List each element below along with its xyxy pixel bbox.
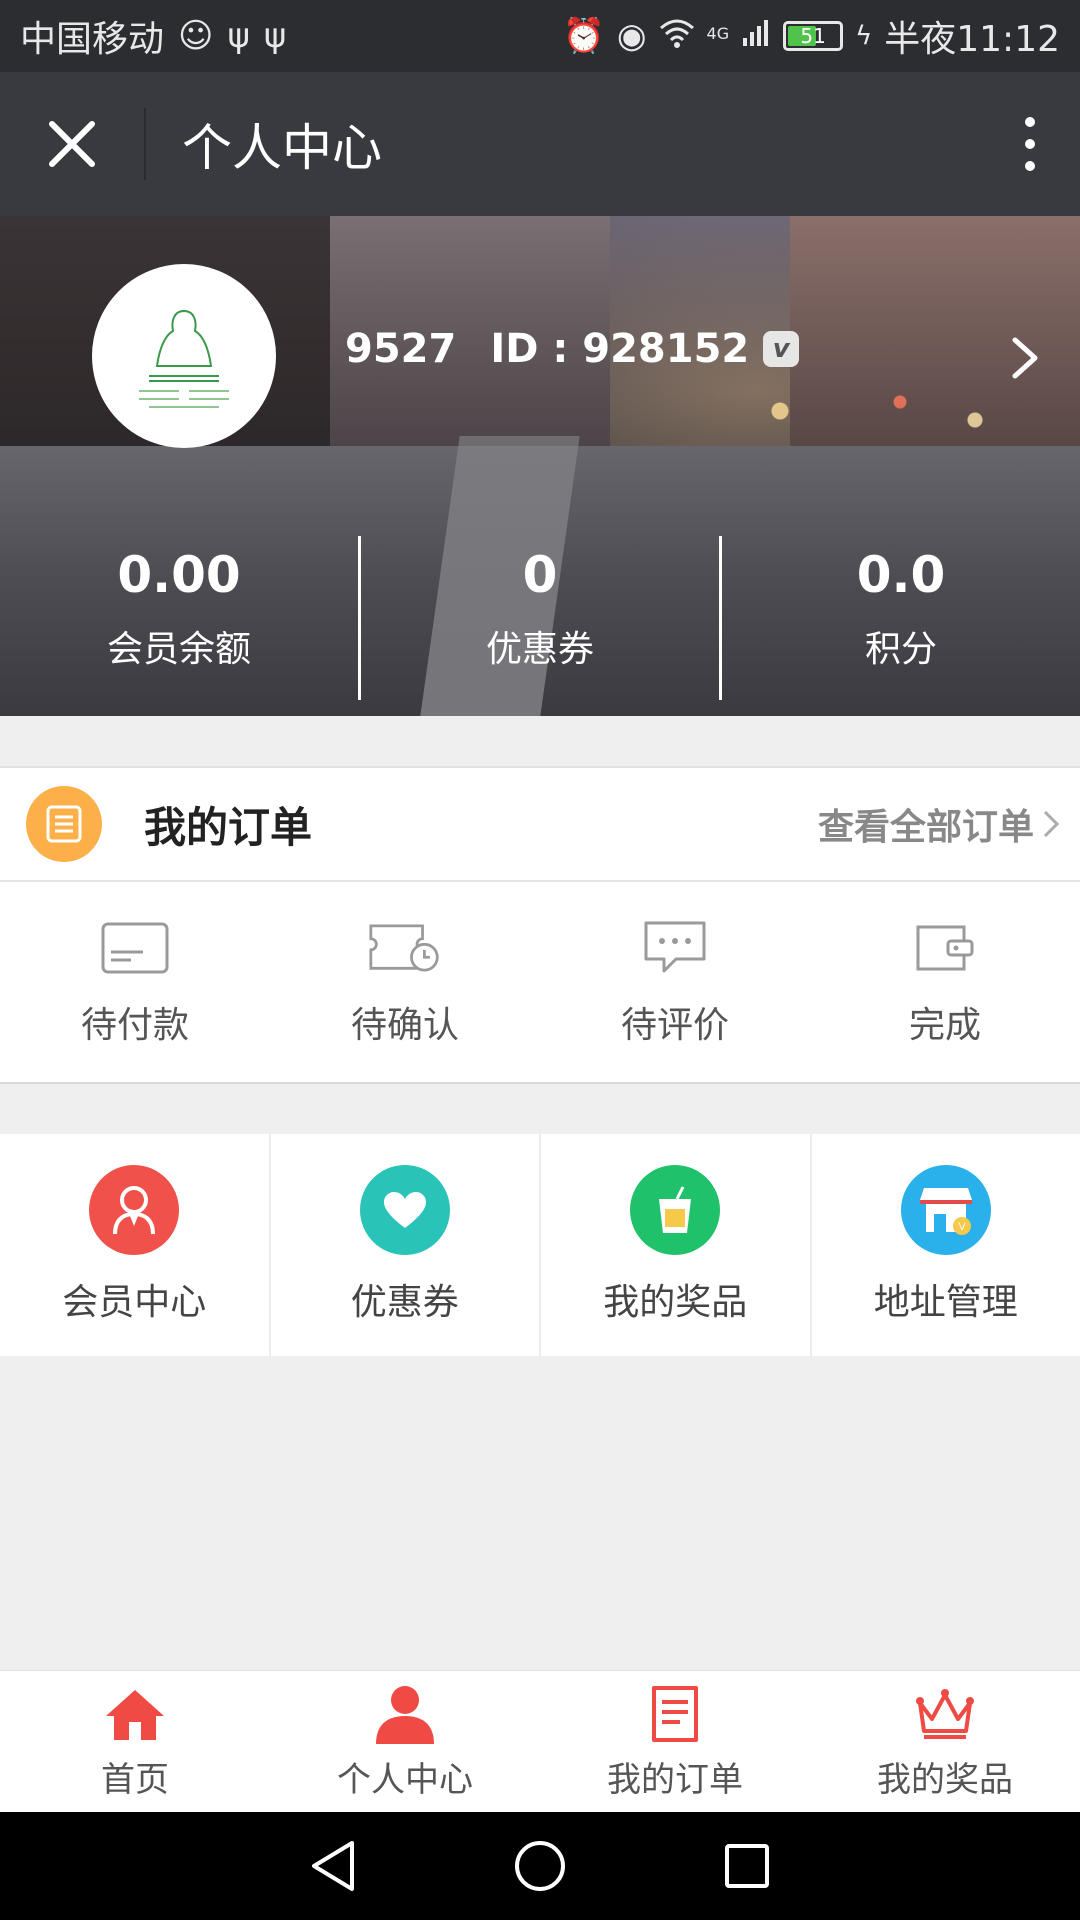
- stat-value: 0.0: [856, 546, 946, 604]
- stat-label: 积分: [864, 629, 937, 670]
- tab-personal-center[interactable]: 个人中心: [270, 1671, 540, 1812]
- usb-icon-2: ψ: [263, 16, 287, 56]
- ticket-clock-icon: [369, 918, 441, 978]
- user-id: ID : 928152: [490, 326, 750, 372]
- stat-points[interactable]: 0.0 积分: [722, 516, 1080, 706]
- stat-label: 优惠券: [485, 629, 594, 670]
- order-status-pending-payment[interactable]: 待付款: [0, 882, 270, 1084]
- orders-header[interactable]: 我的订单 查看全部订单: [0, 768, 1080, 882]
- tab-label: 我的奖品: [877, 1760, 1013, 1800]
- cup-icon: [630, 1165, 721, 1255]
- banner-lights: [720, 366, 1020, 456]
- page-title: 个人中心: [182, 119, 382, 177]
- clock-text: 半夜11:12: [884, 19, 1060, 60]
- orders-section: 我的订单 查看全部订单 待付款 待确认 待评价 完成: [0, 766, 1080, 1084]
- orders-title: 我的订单: [144, 802, 313, 852]
- feature-label: 会员中心: [62, 1282, 207, 1323]
- recents-button[interactable]: [717, 1836, 777, 1896]
- title-bar: 个人中心: [0, 72, 1080, 216]
- wifi-icon: [659, 18, 695, 54]
- orders-list-icon: [26, 786, 102, 862]
- stat-value: 0.00: [117, 546, 241, 604]
- order-status-label: 待付款: [80, 1005, 189, 1046]
- vip-badge: v: [763, 331, 800, 367]
- home-icon: [100, 1682, 170, 1746]
- system-nav-bar: [0, 1812, 1080, 1920]
- order-status-label: 完成: [908, 1005, 981, 1046]
- bottom-tab-bar: 首页 个人中心 我的订单 我的奖品: [0, 1670, 1080, 1812]
- stat-balance[interactable]: 0.00 会员余额: [0, 516, 358, 706]
- feature-label: 优惠券: [350, 1282, 459, 1323]
- svg-text:V: V: [958, 1221, 966, 1233]
- chevron-right-icon: [1043, 810, 1060, 838]
- tab-home[interactable]: 首页: [0, 1671, 270, 1812]
- store-icon: V: [900, 1165, 991, 1255]
- home-nav-button[interactable]: [510, 1836, 570, 1896]
- wallet-icon: [909, 918, 981, 978]
- battery-icon: 51: [783, 21, 844, 51]
- order-status-pending-review[interactable]: 待评价: [540, 882, 810, 1084]
- charging-icon: ϟ: [855, 21, 873, 51]
- order-icon: [640, 1682, 710, 1746]
- title-divider: [144, 108, 146, 180]
- profile-arrow-button[interactable]: [1000, 328, 1050, 388]
- back-triangle-icon: [312, 1841, 355, 1891]
- order-status-label: 待评价: [620, 1005, 729, 1046]
- avatar[interactable]: [92, 264, 276, 448]
- profile-banner: 9527 ID : 928152 v 0.00 会员余额 0 优惠券 0.0 积…: [0, 216, 1080, 716]
- view-all-orders-label: 查看全部订单: [817, 807, 1034, 848]
- feature-coupons[interactable]: 优惠券: [271, 1134, 541, 1356]
- member-icon: [89, 1165, 180, 1255]
- status-bar: 中国移动 ☺ ψ ψ ⏰ ◉ 4G 51 ϟ 半夜11:12: [0, 0, 1080, 72]
- stat-value: 0: [522, 546, 558, 604]
- card-icon: [99, 918, 171, 978]
- avatar-image: [119, 291, 249, 421]
- more-vertical-icon: [1025, 117, 1035, 171]
- view-all-orders-link[interactable]: 查看全部订单: [818, 798, 1060, 850]
- user-name: 9527: [345, 326, 457, 372]
- feature-address-management[interactable]: V 地址管理: [812, 1134, 1080, 1356]
- tab-label: 首页: [101, 1760, 169, 1800]
- network-type: 4G: [706, 24, 730, 43]
- chevron-right-icon: [1012, 337, 1038, 379]
- chat-bubble-icon: [639, 918, 711, 978]
- feature-member-center[interactable]: 会员中心: [0, 1134, 271, 1356]
- carrier-text: 中国移动: [20, 19, 165, 60]
- features-grid: 会员中心 优惠券 我的奖品 V 地址管理: [0, 1134, 1080, 1356]
- recents-square-icon: [724, 1844, 769, 1888]
- close-icon: [49, 121, 95, 167]
- heart-icon: [359, 1165, 450, 1255]
- home-circle-icon: [514, 1841, 565, 1891]
- person-icon: [370, 1682, 440, 1746]
- order-status-label: 待确认: [350, 1005, 459, 1046]
- face-icon: ☺: [178, 16, 214, 56]
- feature-my-prizes[interactable]: 我的奖品: [541, 1134, 812, 1356]
- tab-label: 我的订单: [607, 1760, 743, 1800]
- stat-label: 会员余额: [106, 629, 251, 670]
- tab-label: 个人中心: [337, 1760, 473, 1800]
- feature-label: 地址管理: [873, 1282, 1018, 1323]
- order-status-completed[interactable]: 完成: [810, 882, 1080, 1084]
- more-button[interactable]: [980, 72, 1080, 216]
- tab-my-prizes[interactable]: 我的奖品: [810, 1671, 1080, 1812]
- stats-row: 0.00 会员余额 0 优惠券 0.0 积分: [0, 516, 1080, 706]
- alarm-icon: ⏰: [562, 16, 605, 56]
- usb-icon: ψ: [227, 16, 250, 56]
- order-status-pending-confirm[interactable]: 待确认: [270, 882, 540, 1084]
- back-button[interactable]: [303, 1836, 363, 1896]
- user-info[interactable]: 9527 ID : 928152 v: [345, 326, 800, 372]
- close-button[interactable]: [0, 72, 144, 216]
- crown-icon: [910, 1682, 980, 1746]
- stat-coupons[interactable]: 0 优惠券: [361, 516, 719, 706]
- order-status-row: 待付款 待确认 待评价 完成: [0, 882, 1080, 1084]
- signal-icon: [741, 16, 771, 57]
- feature-label: 我的奖品: [603, 1282, 748, 1323]
- tab-my-orders[interactable]: 我的订单: [540, 1671, 810, 1812]
- eye-icon: ◉: [616, 16, 647, 56]
